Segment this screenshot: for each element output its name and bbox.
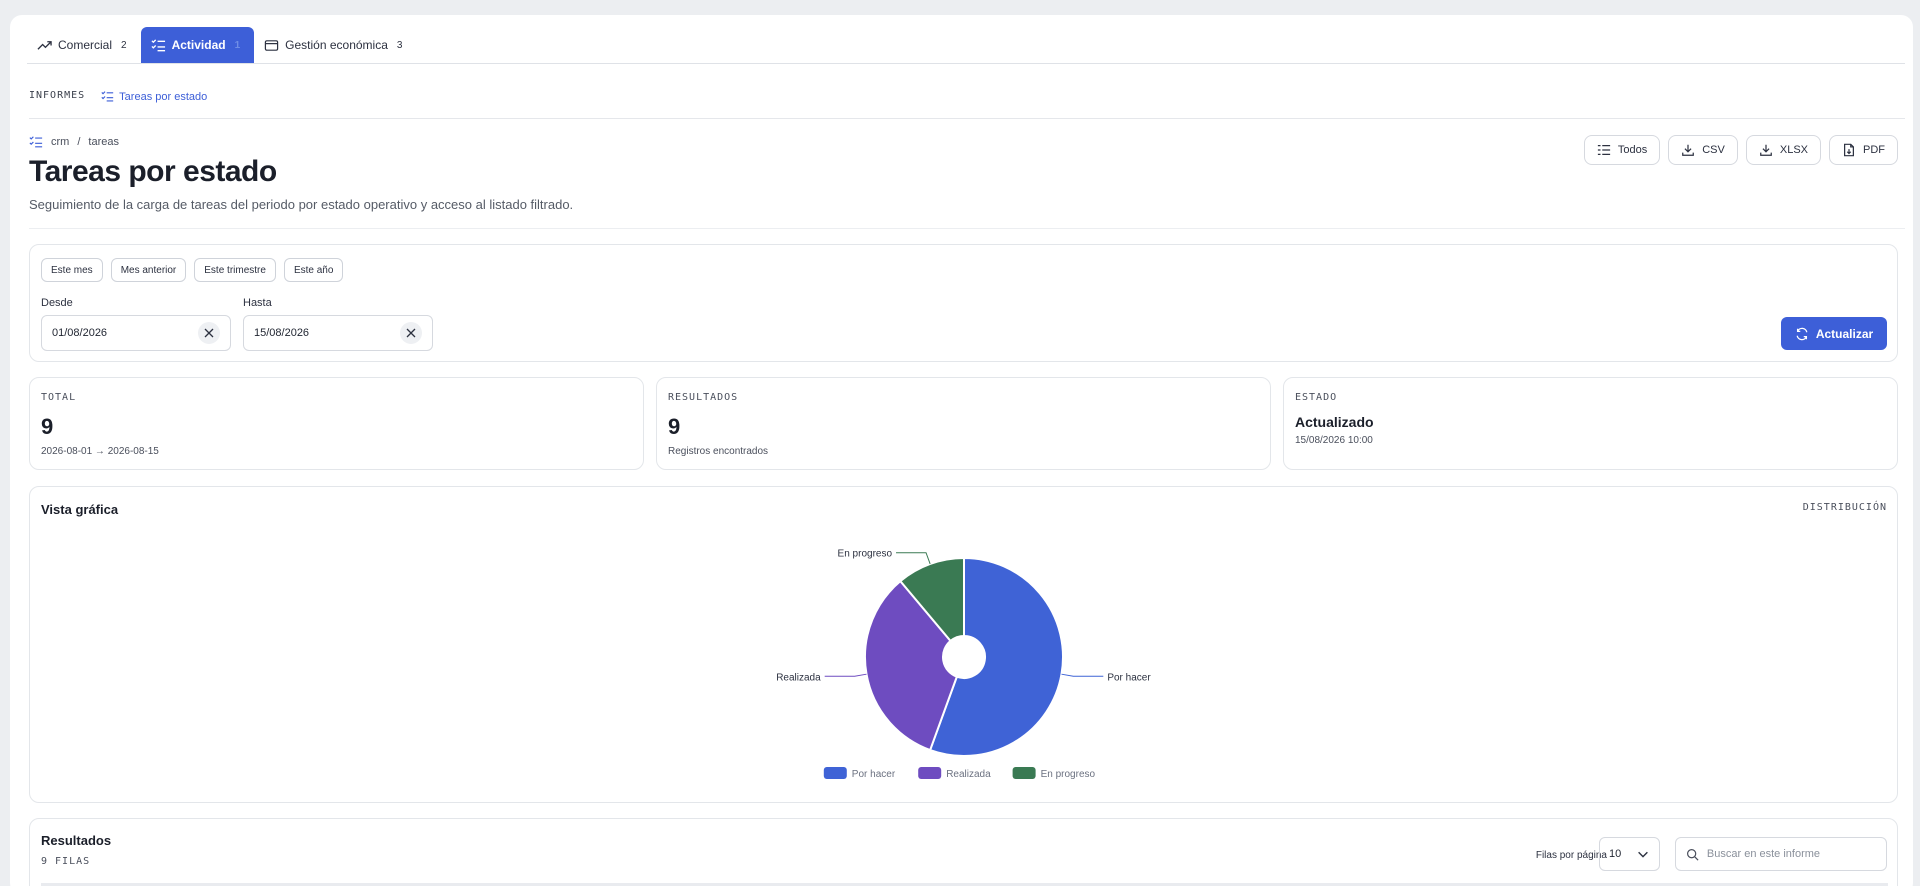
legend-swatch[interactable] — [823, 767, 847, 779]
report-subnav: INFORMES Tareas por estado — [29, 80, 1905, 119]
pie-slice-label: Por hacer — [1107, 672, 1151, 683]
stat-sub: 15/08/2026 10:00 — [1295, 435, 1373, 446]
stat-label: RESULTADOS — [668, 392, 739, 403]
section-label: INFORMES — [29, 90, 86, 101]
tab-label: Comercial — [58, 38, 113, 52]
tab-count: 3 — [396, 39, 403, 51]
search-input[interactable] — [1706, 848, 1876, 860]
legend-swatch[interactable] — [1012, 767, 1036, 779]
results-title: Resultados — [41, 833, 112, 848]
tab-gestion-economica[interactable]: Gestión económica 3 — [254, 27, 416, 63]
download-icon — [1682, 144, 1695, 156]
tab-label: Gestión económica — [285, 38, 388, 52]
trending-up-icon — [37, 40, 52, 50]
breadcrumb-separator: / — [77, 136, 81, 148]
tab-count: 2 — [121, 39, 127, 51]
tab-label: Actividad — [171, 38, 226, 52]
from-date-field[interactable]: 01/08/2026 — [41, 315, 231, 351]
preset-this-quarter[interactable]: Este trimestre — [194, 258, 276, 282]
pie-callout-line — [824, 673, 867, 677]
export-xlsx-label: XLSX — [1779, 144, 1808, 156]
tab-comercial[interactable]: Comercial 2 — [27, 27, 141, 63]
export-xlsx-button[interactable]: XLSX — [1745, 135, 1821, 165]
export-csv-label: CSV — [1702, 144, 1725, 156]
stat-sub: Registros encontrados — [668, 446, 769, 457]
legend-label[interactable]: Por hacer — [852, 769, 896, 780]
stat-sub: 2026-08-01 → 2026-08-15 — [41, 446, 159, 457]
stat-card-status: ESTADO Actualizado 15/08/2026 10:00 — [1283, 377, 1898, 470]
report-link-label: Tareas por estado — [119, 90, 208, 103]
refresh-button[interactable]: Actualizar — [1781, 317, 1887, 350]
from-label: Desde — [41, 297, 73, 309]
close-icon — [406, 328, 416, 338]
stat-card-results: RESULTADOS 9 Registros encontrados — [656, 377, 1271, 470]
clear-from-button[interactable] — [198, 322, 220, 344]
to-date-value: 15/08/2026 — [254, 327, 310, 339]
pie-callout-line — [896, 552, 931, 565]
stat-card-total: TOTAL 9 2026-08-01 → 2026-08-15 — [29, 377, 644, 470]
refresh-icon — [1796, 327, 1808, 340]
preset-chips: Este mes Mes anterior Este trimestre Est… — [41, 258, 344, 282]
pie-slice-label: En progreso — [838, 549, 893, 560]
divider — [29, 228, 1905, 229]
legend-label[interactable]: En progreso — [1041, 769, 1096, 780]
from-date-value: 01/08/2026 — [52, 327, 108, 339]
report-link[interactable]: Tareas por estado — [101, 90, 207, 103]
chevron-down-icon — [1638, 851, 1648, 858]
legend-swatch[interactable] — [918, 767, 942, 779]
export-pdf-label: PDF — [1863, 144, 1885, 156]
search-icon — [1687, 848, 1699, 861]
export-pdf-button[interactable]: PDF — [1829, 135, 1898, 165]
list-icon — [1597, 145, 1610, 155]
export-toolbar: Todos CSV XLSX PDF — [1583, 135, 1898, 165]
module-tabs: Comercial 2 Actividad 1 Gestión económic… — [27, 27, 1905, 64]
stat-value: Actualizado — [1295, 414, 1374, 430]
tab-count: 1 — [234, 39, 241, 51]
row-count: 9 FILAS — [41, 856, 91, 867]
date-filter-card: Este mes Mes anterior Este trimestre Est… — [29, 244, 1898, 362]
pie-slice-label: Realizada — [776, 672, 821, 683]
export-all-button[interactable]: Todos — [1583, 135, 1661, 165]
to-date-field[interactable]: 15/08/2026 — [243, 315, 433, 351]
wallet-icon — [264, 39, 279, 51]
list-check-icon — [151, 38, 165, 51]
list-check-icon — [101, 91, 114, 102]
file-icon — [1844, 143, 1854, 157]
export-csv-button[interactable]: CSV — [1668, 135, 1738, 165]
to-label: Hasta — [243, 297, 272, 309]
per-page-select[interactable]: 10 — [1599, 837, 1660, 871]
report-search — [1675, 837, 1887, 871]
download-icon — [1759, 144, 1772, 156]
chart-card: Vista gráfica DISTRIBUCIÓN Por hacer Real… — [29, 486, 1898, 803]
per-page-label: Filas por página — [1535, 850, 1607, 861]
stat-value: 9 — [668, 414, 681, 439]
preset-this-month[interactable]: Este mes — [41, 258, 103, 282]
close-icon — [204, 328, 214, 338]
preset-last-month[interactable]: Mes anterior — [110, 258, 187, 282]
export-all-label: Todos — [1617, 144, 1648, 156]
pie-chart: Por hacer Realizada En progreso Por hacer Re… — [776, 549, 1151, 780]
results-card: Resultados 9 FILAS Filas por página 10 — [29, 818, 1898, 886]
stat-value: 9 — [41, 414, 54, 439]
breadcrumb-item[interactable]: crm — [51, 136, 69, 148]
stat-label: TOTAL — [41, 392, 77, 403]
list-check-icon — [29, 136, 43, 148]
legend-label[interactable]: Realizada — [946, 769, 991, 780]
stat-label: ESTADO — [1295, 392, 1338, 403]
per-page-value: 10 — [1609, 848, 1622, 860]
refresh-label: Actualizar — [1815, 326, 1874, 341]
tab-actividad[interactable]: Actividad 1 — [140, 27, 255, 63]
preset-this-year[interactable]: Este año — [283, 258, 344, 282]
breadcrumb-item[interactable]: tareas — [88, 136, 119, 148]
clear-to-button[interactable] — [400, 322, 422, 344]
breadcrumb: crm / tareas — [29, 135, 119, 149]
pie-callout-line — [1061, 673, 1104, 677]
page-description: Seguimiento de la carga de tareas del pe… — [29, 197, 574, 212]
page-title: Tareas por estado — [29, 155, 277, 188]
